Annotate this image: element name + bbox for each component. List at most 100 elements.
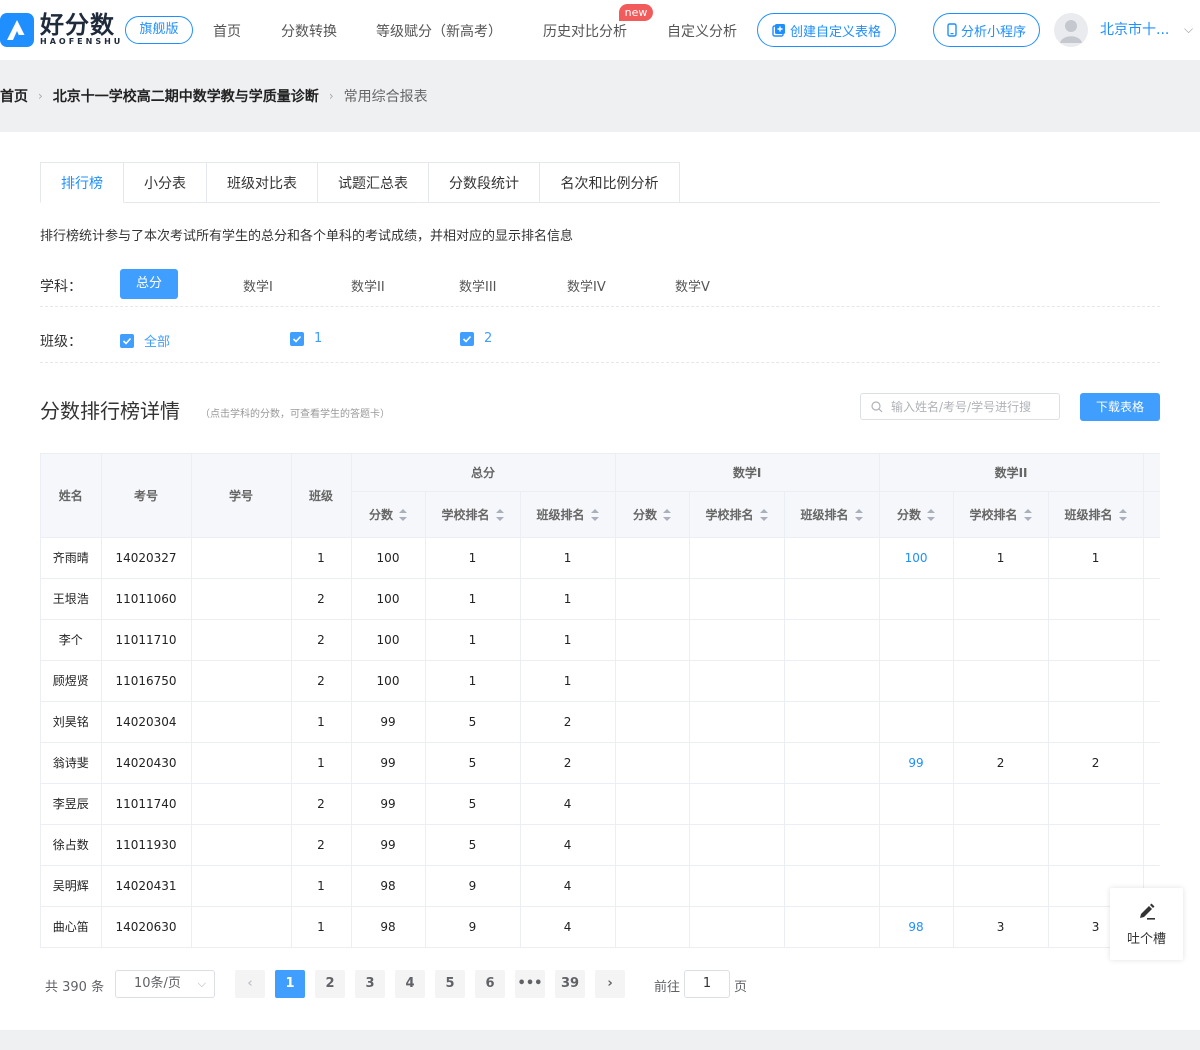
group-header-total: 总分: [351, 454, 616, 492]
table-cell-m2-class: [1048, 824, 1144, 866]
sort-header-class-rank[interactable]: 班级排名: [784, 491, 880, 538]
page-button[interactable]: 2: [315, 970, 345, 998]
tab-score-band[interactable]: 分数段统计: [429, 162, 540, 203]
sort-icon[interactable]: [759, 509, 768, 521]
table-cell-id: 14020430: [101, 742, 192, 784]
tab-question-summary[interactable]: 试题汇总表: [318, 162, 429, 203]
ranking-table[interactable]: 姓名 考号 学号 班级 总分 数学I 数学II 分数 学校排名 班级排名 分数 …: [40, 453, 1160, 948]
checkbox-checked-icon: [460, 331, 474, 346]
sort-icon[interactable]: [1023, 509, 1032, 521]
table-cell-name: 翁诗斐: [41, 742, 102, 784]
page-button[interactable]: 3: [355, 970, 385, 998]
flagship-button[interactable]: 旗舰版: [125, 16, 193, 44]
subject-math-2[interactable]: 数学II: [351, 276, 385, 295]
tab-ranking[interactable]: 排行榜: [40, 162, 124, 203]
subject-math-5[interactable]: 数学V: [675, 276, 710, 295]
sort-icon[interactable]: [1118, 509, 1127, 521]
user-name[interactable]: 北京市十...: [1100, 19, 1169, 39]
table-cell-m2-class: [1048, 578, 1144, 620]
table-cell-cls: 2: [291, 660, 352, 702]
table-cell-sno: [191, 701, 292, 743]
search-input[interactable]: [891, 399, 1051, 414]
create-table-button[interactable]: 创建自定义表格: [757, 13, 896, 47]
breadcrumb-home[interactable]: 首页: [0, 86, 28, 106]
search-box[interactable]: [860, 393, 1060, 420]
nav-custom-analysis[interactable]: 自定义分析: [667, 21, 737, 41]
logo-subtext: HAOFENSHU: [40, 37, 124, 46]
table-cell-overflow: [1143, 660, 1160, 702]
table-cell-m2-score[interactable]: 100: [879, 537, 954, 579]
subject-math-1[interactable]: 数学I: [243, 276, 273, 295]
tab-sub-score[interactable]: 小分表: [124, 162, 207, 203]
goto-prefix: 前往: [654, 980, 681, 995]
class-checkbox-1[interactable]: 1: [290, 331, 322, 346]
table-cell-m2-class: 2: [1048, 742, 1144, 784]
table-cell-m2-score: [879, 578, 954, 620]
chevron-down-icon[interactable]: ⌵: [1184, 22, 1193, 37]
sort-icon[interactable]: [663, 509, 672, 521]
table-cell-m1-school: [689, 865, 785, 907]
sort-header-next[interactable]: 分: [1143, 491, 1160, 538]
page-button[interactable]: 4: [395, 970, 425, 998]
table-cell-t-score: 99: [351, 701, 426, 743]
subject-total[interactable]: 总分: [120, 269, 178, 299]
table-cell-m2-score: [879, 865, 954, 907]
feedback-label: 吐个槽: [1126, 931, 1166, 947]
sort-header-school-rank[interactable]: 学校排名: [689, 491, 785, 538]
page-size-select[interactable]: 10条/页 ⌵: [115, 970, 215, 998]
table-row: 翁诗斐 14020430 1 99 5 2 99 2 2: [41, 742, 1160, 784]
download-button[interactable]: 下载表格: [1080, 393, 1160, 421]
nav-grade-assign[interactable]: 等级赋分（新高考）: [376, 21, 502, 41]
class-checkbox-all[interactable]: 全部: [120, 331, 170, 350]
table-cell-t-school: 5: [425, 701, 521, 743]
tab-class-compare[interactable]: 班级对比表: [207, 162, 318, 203]
sort-header-score[interactable]: 分数: [351, 491, 426, 538]
logo[interactable]: 好分数 HAOFENSHU: [0, 13, 123, 47]
page-button[interactable]: 1: [275, 970, 305, 998]
tab-rank-ratio[interactable]: 名次和比例分析: [540, 162, 680, 203]
sort-header-school-rank[interactable]: 学校排名: [425, 491, 521, 538]
mini-program-button[interactable]: 分析小程序: [933, 13, 1040, 47]
table-cell-m2-score[interactable]: 99: [879, 742, 954, 784]
table-cell-m1-school: [689, 824, 785, 866]
table-cell-t-school: 5: [425, 824, 521, 866]
table-cell-m1-school: [689, 537, 785, 579]
table-cell-m2-score: [879, 660, 954, 702]
table-cell-m2-score[interactable]: 98: [879, 906, 954, 948]
sort-header-score[interactable]: 分数: [879, 491, 954, 538]
breadcrumb-exam[interactable]: 北京十一学校高二期中数学教与学质量诊断: [53, 86, 319, 106]
class-checkbox-2[interactable]: 2: [460, 331, 492, 346]
table-row: 吴明辉 14020431 1 98 9 4: [41, 865, 1160, 907]
section-title: 分数排行榜详情: [40, 399, 180, 423]
sort-icon[interactable]: [590, 509, 599, 521]
nav-home[interactable]: 首页: [213, 21, 241, 41]
nav-score-convert[interactable]: 分数转换: [281, 21, 337, 41]
subject-math-4[interactable]: 数学IV: [567, 276, 606, 295]
sort-icon[interactable]: [495, 509, 504, 521]
table-cell-name: 曲心笛: [41, 906, 102, 948]
page-button[interactable]: 39: [555, 970, 585, 998]
table-cell-sno: [191, 865, 292, 907]
table-cell-t-school: 9: [425, 865, 521, 907]
sort-header-school-rank[interactable]: 学校排名: [953, 491, 1049, 538]
logo-icon: [0, 13, 34, 47]
avatar[interactable]: [1054, 13, 1088, 47]
next-page-button[interactable]: ›: [595, 970, 625, 998]
sort-header-class-rank[interactable]: 班级排名: [520, 491, 616, 538]
nav-history-compare[interactable]: 历史对比分析: [543, 21, 627, 41]
table-cell-t-score: 100: [351, 578, 426, 620]
table-cell-sno: [191, 578, 292, 620]
prev-page-button[interactable]: ‹: [235, 970, 265, 998]
page-button[interactable]: 5: [435, 970, 465, 998]
sort-icon[interactable]: [927, 509, 936, 521]
sort-icon[interactable]: [399, 509, 407, 521]
page-ellipsis[interactable]: •••: [515, 970, 545, 998]
goto-page-input[interactable]: 1: [684, 970, 730, 998]
subject-math-3[interactable]: 数学III: [459, 276, 497, 295]
table-cell-m2-school: [953, 578, 1049, 620]
sort-header-class-rank[interactable]: 班级排名: [1048, 491, 1144, 538]
page-button[interactable]: 6: [475, 970, 505, 998]
sort-icon[interactable]: [854, 509, 863, 521]
sort-header-score[interactable]: 分数: [615, 491, 690, 538]
feedback-button[interactable]: 吐个槽: [1110, 888, 1183, 960]
